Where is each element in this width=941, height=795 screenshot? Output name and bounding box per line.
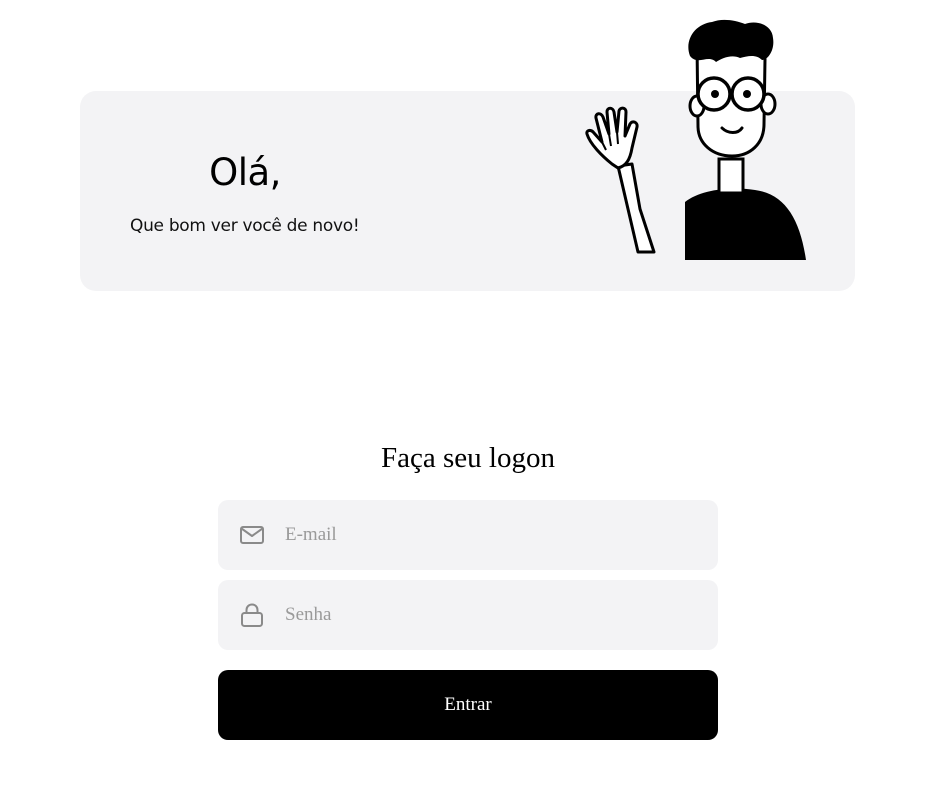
- password-input[interactable]: [285, 580, 705, 650]
- lock-icon: [241, 603, 263, 627]
- login-title: Faça seu logon: [381, 442, 555, 474]
- waving-person-illustration: [585, 19, 806, 260]
- greeting-subtitle: Que bom ver você de novo!: [130, 216, 360, 236]
- shirt-shape: [685, 188, 806, 260]
- email-input[interactable]: [285, 500, 705, 570]
- hand-shape: [585, 106, 639, 170]
- login-button[interactable]: Entrar: [218, 670, 718, 740]
- arm-shape: [616, 162, 656, 254]
- mail-icon: [240, 526, 264, 544]
- password-field[interactable]: [218, 580, 718, 650]
- neck-shape: [717, 157, 745, 195]
- email-field[interactable]: [218, 500, 718, 570]
- hair-shape: [688, 19, 774, 62]
- greeting-heading: Olá,: [209, 151, 281, 194]
